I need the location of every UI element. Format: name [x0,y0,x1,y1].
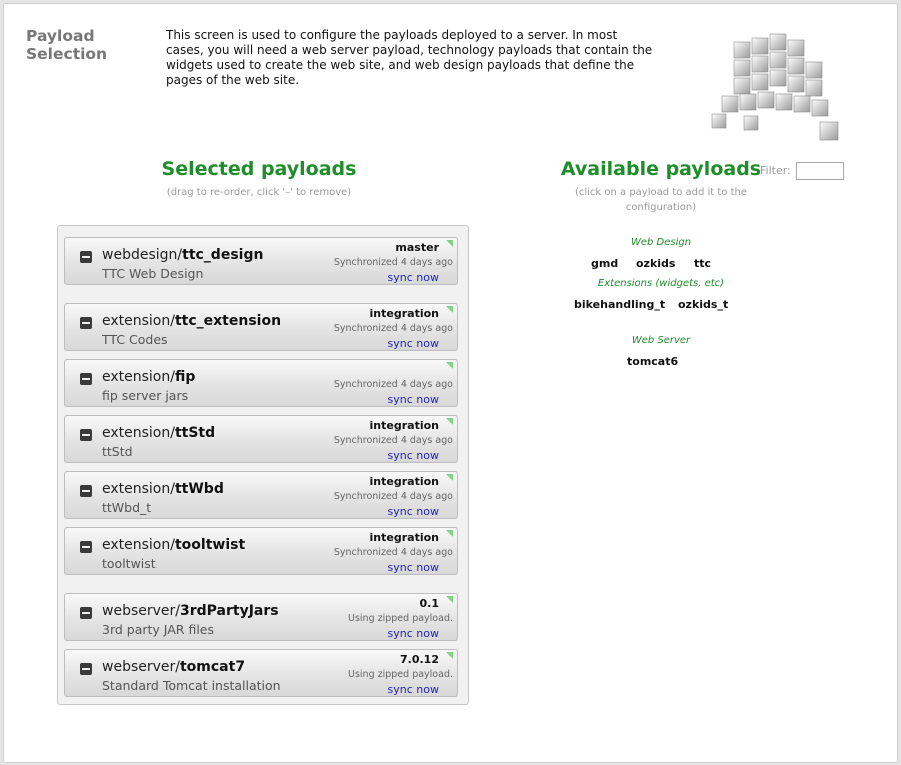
selected-payload-row[interactable]: webserver/3rdPartyJars 3rd party JAR fil… [64,593,458,641]
filter-label: Filter: [760,164,791,177]
payload-branch: 0.1 [419,597,440,610]
branch-triangle-icon[interactable] [446,474,453,481]
payload-description: ttStd [102,444,133,459]
sync-now-link[interactable]: sync now [388,505,439,518]
available-payload-item[interactable]: ozkids [636,257,675,270]
sync-now-link[interactable]: sync now [388,449,439,462]
payload-description: Standard Tomcat installation [102,678,281,693]
selected-hint: (drag to re-order, click '–' to remove) [166,187,352,198]
minus-square-icon[interactable] [80,607,92,619]
selected-payload-row[interactable]: extension/ttStd ttStd integration Synchr… [64,415,458,463]
page-title: Payload Selection [26,27,108,63]
selected-payload-row[interactable]: extension/ttc_extension TTC Codes integr… [64,303,458,351]
payload-sync-status: Using zipped payload. [348,669,453,680]
branch-triangle-icon[interactable] [446,596,453,603]
available-group-label: Extensions (widgets, etc) [597,278,725,289]
available-hint-line2: configuration) [625,202,697,213]
payload-branch: integration [369,475,439,488]
sync-now-link[interactable]: sync now [388,271,439,284]
payload-name: extension/ttc_extension [102,313,282,329]
payload-description: TTC Web Design [102,266,204,281]
selected-payload-row[interactable]: extension/tooltwist tooltwist integratio… [64,527,458,575]
payload-name: extension/fip [102,369,196,385]
minus-square-icon[interactable] [80,317,92,329]
sync-now-link[interactable]: sync now [388,561,439,574]
available-payload-item[interactable]: ttc [694,257,711,270]
minus-square-icon[interactable] [80,541,92,553]
selected-payload-row[interactable]: extension/ttWbd ttWbd_t integration Sync… [64,471,458,519]
branch-triangle-icon[interactable] [446,240,453,247]
payload-name: webserver/3rdPartyJars [102,603,279,619]
available-hint-line1: (click on a payload to add it to the [574,187,748,198]
selected-heading: Selected payloads [161,158,357,180]
minus-square-icon[interactable] [80,429,92,441]
sync-now-link[interactable]: sync now [388,683,439,696]
payload-branch: 7.0.12 [400,653,439,666]
minus-square-icon[interactable] [80,485,92,497]
available-heading: Available payloads [560,158,762,180]
main-panel: Payload Selection This screen is used to… [3,3,898,763]
available-payload-item[interactable]: tomcat6 [627,355,678,368]
minus-square-icon[interactable] [80,251,92,263]
branch-triangle-icon[interactable] [446,362,453,369]
payload-branch: integration [369,419,439,432]
cubes-logo-icon [711,33,839,141]
payload-name: webdesign/ttc_design [102,247,264,263]
payload-sync-status: Synchronized 4 days ago [333,491,453,502]
available-payload-item[interactable]: bikehandling_t [574,298,665,311]
payload-name: extension/tooltwist [102,537,246,553]
sync-now-link[interactable]: sync now [388,627,439,640]
branch-triangle-icon[interactable] [446,418,453,425]
payload-branch: master [395,241,439,254]
branch-triangle-icon[interactable] [446,306,453,313]
branch-triangle-icon[interactable] [446,652,453,659]
minus-square-icon[interactable] [80,663,92,675]
payload-name: extension/ttWbd [102,481,224,497]
payload-name: extension/ttStd [102,425,216,441]
payload-description: tooltwist [102,556,156,571]
payload-name: webserver/tomcat7 [102,659,246,675]
branch-triangle-icon[interactable] [446,530,453,537]
selected-payloads-list: webdesign/ttc_design TTC Web Design mast… [57,225,469,705]
selected-payload-row[interactable]: extension/fip fip server jars Synchroniz… [64,359,458,407]
payload-sync-status: Synchronized 4 days ago [333,257,453,268]
available-payload-item[interactable]: gmd [591,257,618,270]
payload-branch: integration [369,307,439,320]
payload-branch: integration [369,531,439,544]
available-group-label: Web Server [631,335,691,346]
payload-description: 3rd party JAR files [102,622,215,637]
payload-description: ttWbd_t [102,500,152,515]
payload-sync-status: Synchronized 4 days ago [333,323,453,334]
payload-sync-status: Using zipped payload. [348,613,453,624]
sync-now-link[interactable]: sync now [388,337,439,350]
payload-sync-status: Synchronized 4 days ago [333,547,453,558]
minus-square-icon[interactable] [80,373,92,385]
payload-sync-status: Synchronized 4 days ago [333,379,453,390]
available-payload-item[interactable]: ozkids_t [678,298,728,311]
sync-now-link[interactable]: sync now [388,393,439,406]
payload-sync-status: Synchronized 4 days ago [333,435,453,446]
filter-input[interactable] [796,162,844,180]
payload-description: fip server jars [102,388,189,403]
intro-text: This screen is used to configure the pay… [166,28,653,87]
selected-payload-row[interactable]: webdesign/ttc_design TTC Web Design mast… [64,237,458,285]
available-group-label: Web Design [630,237,692,248]
selected-payload-row[interactable]: webserver/tomcat7 Standard Tomcat instal… [64,649,458,697]
payload-description: TTC Codes [102,332,168,347]
